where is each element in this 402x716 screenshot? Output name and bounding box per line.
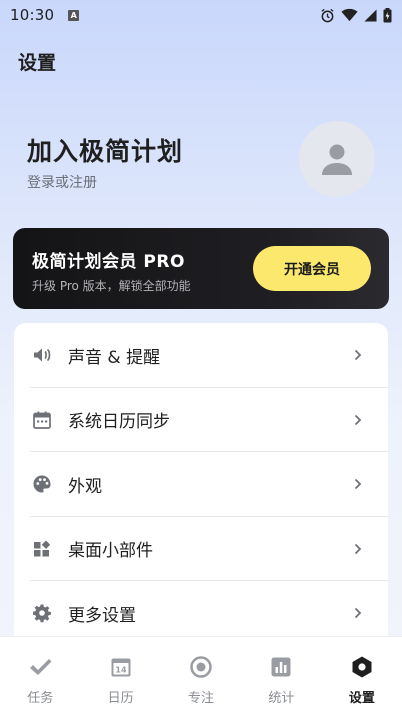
page-title: 设置 [18, 52, 57, 74]
alarm-icon [321, 8, 334, 22]
calendar-day-number: 14 [115, 665, 127, 674]
signal-icon [364, 8, 377, 22]
volume-icon [32, 345, 52, 365]
tab-label: 日历 [107, 691, 134, 706]
tab-focus[interactable]: 专注 [161, 637, 241, 716]
vip-card[interactable]: 极简计划会员 PRO 升级 Pro 版本，解锁全部功能 开通会员 [13, 228, 389, 309]
settings-item-appearance[interactable]: 外观 [14, 452, 388, 517]
status-icons [320, 7, 392, 23]
login-register-link[interactable]: 登录或注册 [27, 172, 97, 192]
profile-name[interactable]: 加入极简计划 [27, 132, 183, 168]
tab-label: 设置 [348, 691, 375, 706]
settings-list: 声音 & 提醒 系统日历同步 外观 桌面小部件 更多设置 [14, 323, 388, 643]
tab-label: 统计 [268, 691, 295, 706]
chevron-right-icon [354, 543, 362, 554]
hexagon-settings-icon [350, 655, 374, 679]
vip-title: 极简计划会员 PRO [32, 252, 185, 272]
chevron-right-icon [354, 479, 362, 490]
settings-item-label: 外观 [68, 476, 102, 497]
palette-icon [32, 474, 52, 494]
tab-label: 专注 [188, 691, 215, 706]
tab-tasks[interactable]: 任务 [0, 637, 80, 716]
calendar-icon [32, 410, 52, 430]
notification-a-icon: A [68, 9, 80, 21]
vip-subtitle: 升级 Pro 版本，解锁全部功能 [32, 279, 191, 293]
check-icon [28, 655, 52, 679]
settings-item-label: 声音 & 提醒 [68, 347, 161, 368]
settings-item-calendar-sync[interactable]: 系统日历同步 [14, 388, 388, 452]
settings-item-widgets[interactable]: 桌面小部件 [14, 517, 388, 581]
wifi-icon [341, 8, 358, 22]
stats-icon [269, 655, 293, 679]
bottom-tab-bar: 任务 14 日历 专注 统计 设置 [0, 636, 402, 716]
settings-item-label: 桌面小部件 [68, 541, 153, 562]
focus-icon [189, 655, 213, 679]
chevron-right-icon [354, 350, 362, 361]
status-time: 10:30 [10, 6, 55, 24]
person-icon [322, 144, 352, 175]
settings-item-label: 更多设置 [68, 605, 136, 626]
status-bar: 10:30 A [0, 0, 402, 30]
tab-settings[interactable]: 设置 [322, 637, 402, 716]
tab-stats[interactable]: 统计 [241, 637, 321, 716]
settings-item-sound-reminder[interactable]: 声音 & 提醒 [14, 323, 388, 388]
settings-item-label: 系统日历同步 [68, 412, 170, 433]
chevron-right-icon [354, 414, 362, 425]
battery-icon [383, 7, 392, 22]
tab-calendar[interactable]: 14 日历 [80, 637, 160, 716]
calendar-icon: 14 [109, 655, 133, 679]
avatar[interactable] [299, 121, 375, 197]
settings-item-more[interactable]: 更多设置 [14, 581, 388, 643]
widget-icon [32, 539, 52, 559]
tab-label: 任务 [27, 691, 54, 706]
chevron-right-icon [354, 608, 362, 619]
gear-icon [32, 603, 52, 623]
open-membership-button[interactable]: 开通会员 [253, 246, 371, 291]
